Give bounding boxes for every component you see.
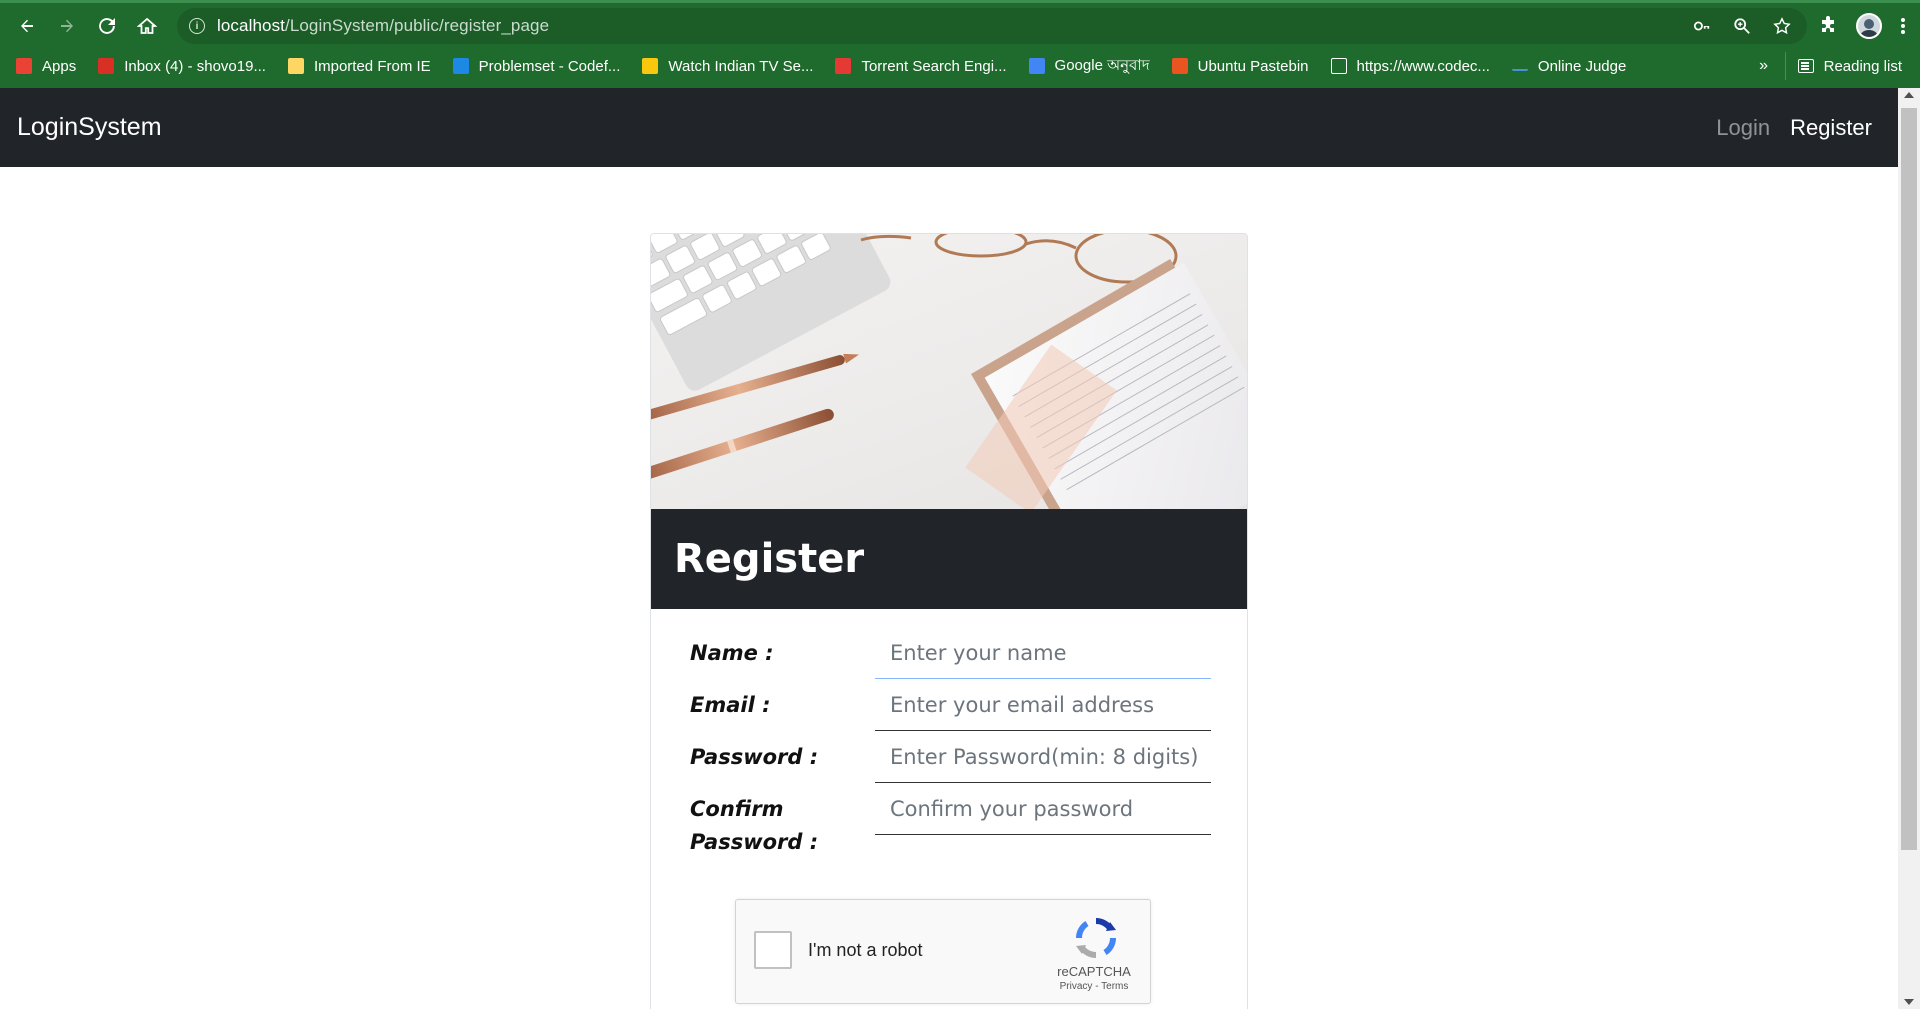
recaptcha-checkbox[interactable]: [754, 931, 792, 969]
confirm-password-label: Confirm Password :: [690, 797, 819, 854]
bookmark-label: https://www.codec...: [1356, 57, 1490, 75]
forward-icon[interactable]: [47, 6, 87, 46]
bookmark-item[interactable]: Online Judge: [1511, 57, 1627, 75]
confirm-password-input-wrap: [875, 783, 1211, 835]
page-scrollbar[interactable]: [1898, 88, 1920, 1009]
profile-avatar[interactable]: [1856, 13, 1882, 39]
key-icon[interactable]: [1693, 17, 1711, 35]
name-label: Name :: [690, 641, 774, 665]
card-header: Register: [651, 509, 1247, 609]
bookmark-label: Inbox (4) - shovo19...: [124, 57, 266, 75]
scroll-down-arrow-icon[interactable]: [1904, 999, 1914, 1005]
hero-image: [651, 234, 1247, 509]
recaptcha-widget: I'm not a robot reCAPTCHA Privacy - Term…: [735, 899, 1151, 1004]
register-card: Register Name : Email : Password : Confi…: [650, 233, 1248, 1009]
recaptcha-logo-icon: [1076, 918, 1116, 958]
nav-login-link[interactable]: Login: [1716, 115, 1770, 141]
email-label: Email :: [690, 693, 771, 717]
address-bar[interactable]: i localhost/LoginSystem/public/register_…: [177, 8, 1807, 44]
bookmark-item[interactable]: Torrent Search Engi...: [835, 57, 1007, 75]
bookmarks-more-chevron-icon[interactable]: »: [1759, 52, 1768, 80]
gmail-icon: [98, 58, 115, 74]
bookmark-label: Imported From IE: [313, 57, 431, 75]
url-text[interactable]: localhost/LoginSystem/public/register_pa…: [217, 16, 549, 36]
bookmark-item[interactable]: Watch Indian TV Se...: [642, 58, 813, 75]
password-input-wrap: [875, 731, 1211, 783]
bookmark-label: Google অনুবাদ: [1054, 56, 1150, 74]
bookmark-item[interactable]: Inbox (4) - shovo19...: [98, 58, 266, 75]
extensions-area: [1818, 8, 1920, 44]
email-input-wrap: [875, 679, 1211, 731]
zoom-icon[interactable]: [1733, 17, 1751, 35]
email-input[interactable]: [875, 687, 1211, 723]
site-info-icon[interactable]: i: [189, 18, 205, 34]
folder-icon: [287, 58, 304, 74]
scroll-up-arrow-icon[interactable]: [1904, 92, 1914, 98]
extensions-puzzle-icon[interactable]: [1818, 16, 1838, 36]
name-input[interactable]: [875, 635, 1211, 671]
reading-list-icon: [1797, 59, 1814, 73]
bookmark-label: Problemset - Codef...: [478, 57, 621, 75]
confirm-password-row: Confirm Password :: [690, 783, 1211, 854]
bookmark-item[interactable]: Apps: [16, 58, 76, 75]
app-navbar: LoginSystem Login Register: [0, 88, 1898, 167]
checkmark-icon: [642, 58, 659, 74]
bookmark-label: Ubuntu Pastebin: [1197, 57, 1309, 75]
name-input-wrap: [875, 627, 1211, 679]
password-row: Password :: [690, 731, 1211, 783]
omnibox-actions: [1693, 8, 1791, 44]
bookmark-label: Watch Indian TV Se...: [668, 57, 814, 75]
bookmark-star-icon[interactable]: [1773, 17, 1791, 35]
tab-strip: [0, 0, 1920, 3]
online-judge-icon: [1511, 61, 1528, 71]
navbar-brand[interactable]: LoginSystem: [17, 88, 162, 167]
back-icon[interactable]: [7, 6, 47, 46]
confirm-password-input[interactable]: [875, 791, 1211, 827]
bookmark-item[interactable]: https://www.codec...: [1330, 57, 1490, 75]
bookmark-item[interactable]: Problemset - Codef...: [452, 57, 621, 75]
browser-chrome: i localhost/LoginSystem/public/register_…: [0, 0, 1920, 88]
bookmark-item[interactable]: Google অনুবাদ: [1028, 54, 1150, 79]
ubuntu-icon: [1171, 58, 1188, 74]
scrollbar-thumb[interactable]: [1901, 108, 1917, 850]
page-viewport: LoginSystem Login Register Register Name…: [0, 88, 1898, 1009]
google-translate-icon: [1028, 58, 1045, 74]
bookmarks-bar: Apps Inbox (4) - shovo19... Imported From …: [0, 52, 1920, 80]
bookmark-item[interactable]: Imported From IE: [287, 57, 431, 75]
nav-register-link[interactable]: Register: [1790, 115, 1872, 141]
bookmark-label: Online Judge: [1537, 57, 1627, 75]
register-title: Register: [674, 536, 865, 582]
codechef-icon: [1330, 58, 1347, 74]
password-label: Password :: [690, 745, 819, 769]
bookmark-label: Torrent Search Engi...: [861, 57, 1007, 75]
codeforces-icon: [452, 58, 469, 74]
recaptcha-brand: reCAPTCHA: [1057, 964, 1131, 979]
url-path: /LoginSystem/public/register_page: [285, 16, 550, 35]
url-host: localhost: [217, 16, 285, 35]
reading-list-label: Reading list: [1823, 57, 1902, 75]
recaptcha-privacy-terms[interactable]: Privacy - Terms: [1054, 981, 1134, 992]
email-row: Email :: [690, 679, 1211, 731]
navbar-links: Login Register: [1716, 88, 1872, 167]
reading-list-button[interactable]: Reading list: [1784, 52, 1902, 80]
name-row: Name :: [690, 627, 1211, 679]
bookmark-label: Apps: [42, 57, 77, 75]
menu-kebab-icon[interactable]: [1900, 16, 1906, 36]
apps-grid-icon: [16, 58, 32, 74]
reload-icon[interactable]: [87, 6, 127, 46]
x-icon: [835, 58, 852, 74]
password-input[interactable]: [875, 739, 1211, 775]
recaptcha-label: I'm not a robot: [808, 940, 923, 960]
browser-toolbar: i localhost/LoginSystem/public/register_…: [0, 4, 1920, 48]
bookmark-item[interactable]: Ubuntu Pastebin: [1171, 57, 1309, 75]
home-icon[interactable]: [127, 6, 167, 46]
